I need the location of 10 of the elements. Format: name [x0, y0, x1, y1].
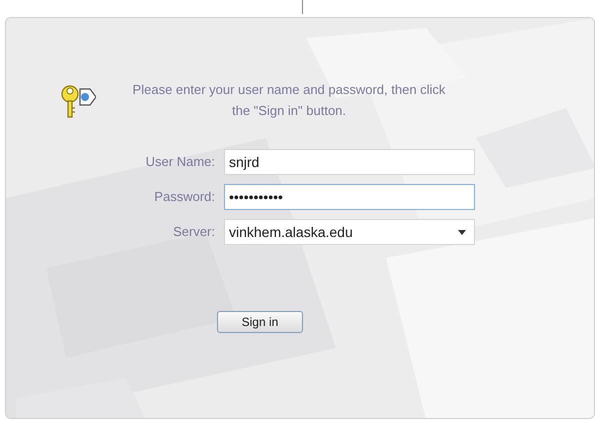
field-label: Password: — [153, 188, 216, 206]
dropdown-caret-icon — [458, 230, 466, 234]
input-field[interactable]: snjrd — [224, 149, 475, 175]
instruction-text: Please enter your user name and password, then click the "Sign in" button. — [132, 81, 446, 120]
field-label: User Name: — [144, 153, 216, 172]
dropdown-value: vinkhem.alaska.edu — [229, 222, 353, 242]
field-label: Server: — [172, 223, 216, 242]
server-dropdown[interactable]: vinkhem.alaska.edu — [224, 219, 475, 245]
input-field[interactable]: ••••••••••• — [224, 184, 475, 210]
sign-in-button[interactable]: Sign in — [217, 311, 303, 333]
